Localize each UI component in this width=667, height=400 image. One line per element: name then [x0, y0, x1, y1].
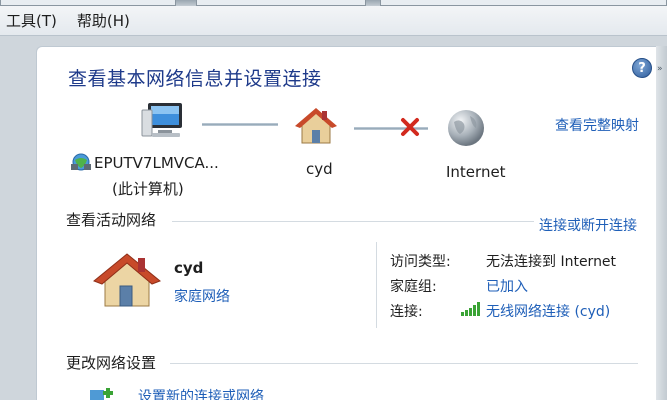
see-full-map-link[interactable]: 查看完整映射: [555, 115, 639, 135]
homegroup-label: 家庭组:: [390, 279, 437, 295]
menu-help[interactable]: 帮助(H): [67, 6, 140, 36]
home-network-icon[interactable]: [92, 250, 162, 310]
homegroup-value-link[interactable]: 已加入: [486, 276, 528, 296]
active-networks-title: 查看活动网络: [66, 211, 157, 229]
computer-name[interactable]: EPUTV7LMVCA...: [94, 154, 219, 172]
vertical-separator: [376, 242, 377, 328]
computer-subtitle: (此计算机): [112, 180, 184, 198]
page-title: 查看基本网络信息并设置连接: [68, 68, 322, 90]
connect-disconnect-link[interactable]: 连接或断开连接: [539, 215, 637, 235]
change-settings-title: 更改网络设置: [66, 354, 157, 372]
computer-icon: [141, 103, 182, 137]
divider-active: [172, 221, 534, 222]
globe-icon: [448, 110, 484, 146]
wifi-signal-icon: [461, 302, 480, 316]
router-name[interactable]: cyd: [306, 160, 333, 178]
network-computer-small-icon: [71, 153, 91, 171]
right-edge-bar: »: [656, 46, 667, 400]
new-connection-icon: [90, 388, 113, 400]
chevron-right-icon: »: [657, 64, 663, 74]
menu-tools[interactable]: 工具(T): [0, 6, 67, 36]
access-type-value: 无法连接到 Internet: [486, 254, 617, 270]
house-icon: [295, 108, 337, 144]
connection-label: 连接:: [390, 304, 423, 320]
red-x-icon[interactable]: [399, 116, 421, 138]
menu-bar: 工具(T) 帮助(H): [0, 6, 667, 36]
internet-label[interactable]: Internet: [446, 163, 506, 181]
connection-line-computer-router: [202, 123, 278, 126]
network-type-link[interactable]: 家庭网络: [174, 286, 230, 306]
network-name: cyd: [174, 259, 204, 277]
setup-new-connection-link[interactable]: 设置新的连接或网络: [138, 386, 264, 400]
access-type-label: 访问类型:: [390, 254, 451, 270]
divider-change: [170, 363, 638, 364]
help-icon[interactable]: ?: [632, 58, 652, 78]
wireless-connection-link[interactable]: 无线网络连接 (cyd): [486, 301, 610, 321]
